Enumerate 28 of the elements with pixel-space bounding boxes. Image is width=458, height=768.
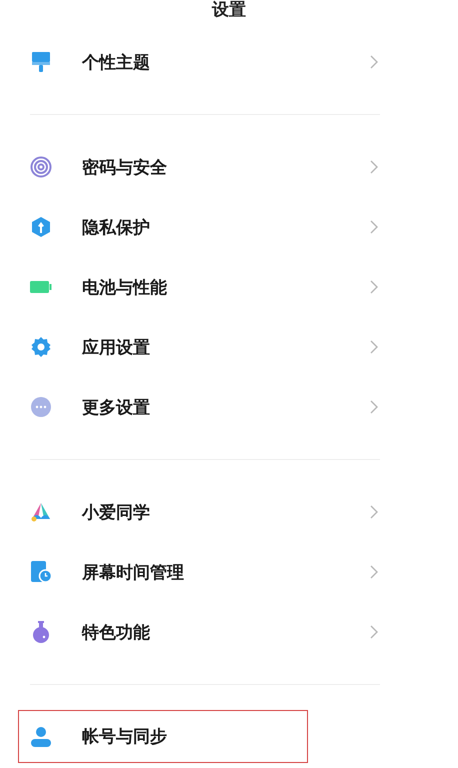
settings-label: 密码与安全 [82,156,167,178]
shield-icon [30,216,52,238]
settings-item[interactable]: 应用设置 [30,317,380,377]
settings-item[interactable]: 隐私保护 [30,197,380,257]
person-icon [30,726,52,748]
settings-item[interactable]: 更多设置 [30,377,380,437]
more-icon [30,396,52,418]
highlighted-settings-item[interactable]: 帐号与同步 [18,710,308,763]
phone-clock-icon [30,561,52,583]
settings-item[interactable]: 特色功能 [30,602,380,662]
page-title: 设置 [210,0,247,22]
settings-label: 小爱同学 [82,502,150,524]
settings-item[interactable]: 个性主题 [30,32,380,92]
paint-roller-icon [30,51,52,73]
settings-label: 个性主题 [82,52,150,74]
settings-label: 隐私保护 [82,216,150,238]
gear-icon [30,336,52,358]
settings-label: 电池与性能 [82,276,167,298]
settings-label: 应用设置 [82,336,150,358]
settings-label: 更多设置 [82,396,150,418]
settings-label: 屏幕时间管理 [82,562,184,584]
flask-icon [30,621,52,643]
settings-item[interactable]: 电池与性能 [30,257,380,317]
settings-item[interactable]: 密码与安全 [30,137,380,197]
settings-item[interactable]: 小爱同学 [30,482,380,542]
settings-label: 特色功能 [82,622,150,644]
settings-label: 帐号与同步 [82,726,167,748]
settings-item[interactable]: 屏幕时间管理 [30,542,380,602]
